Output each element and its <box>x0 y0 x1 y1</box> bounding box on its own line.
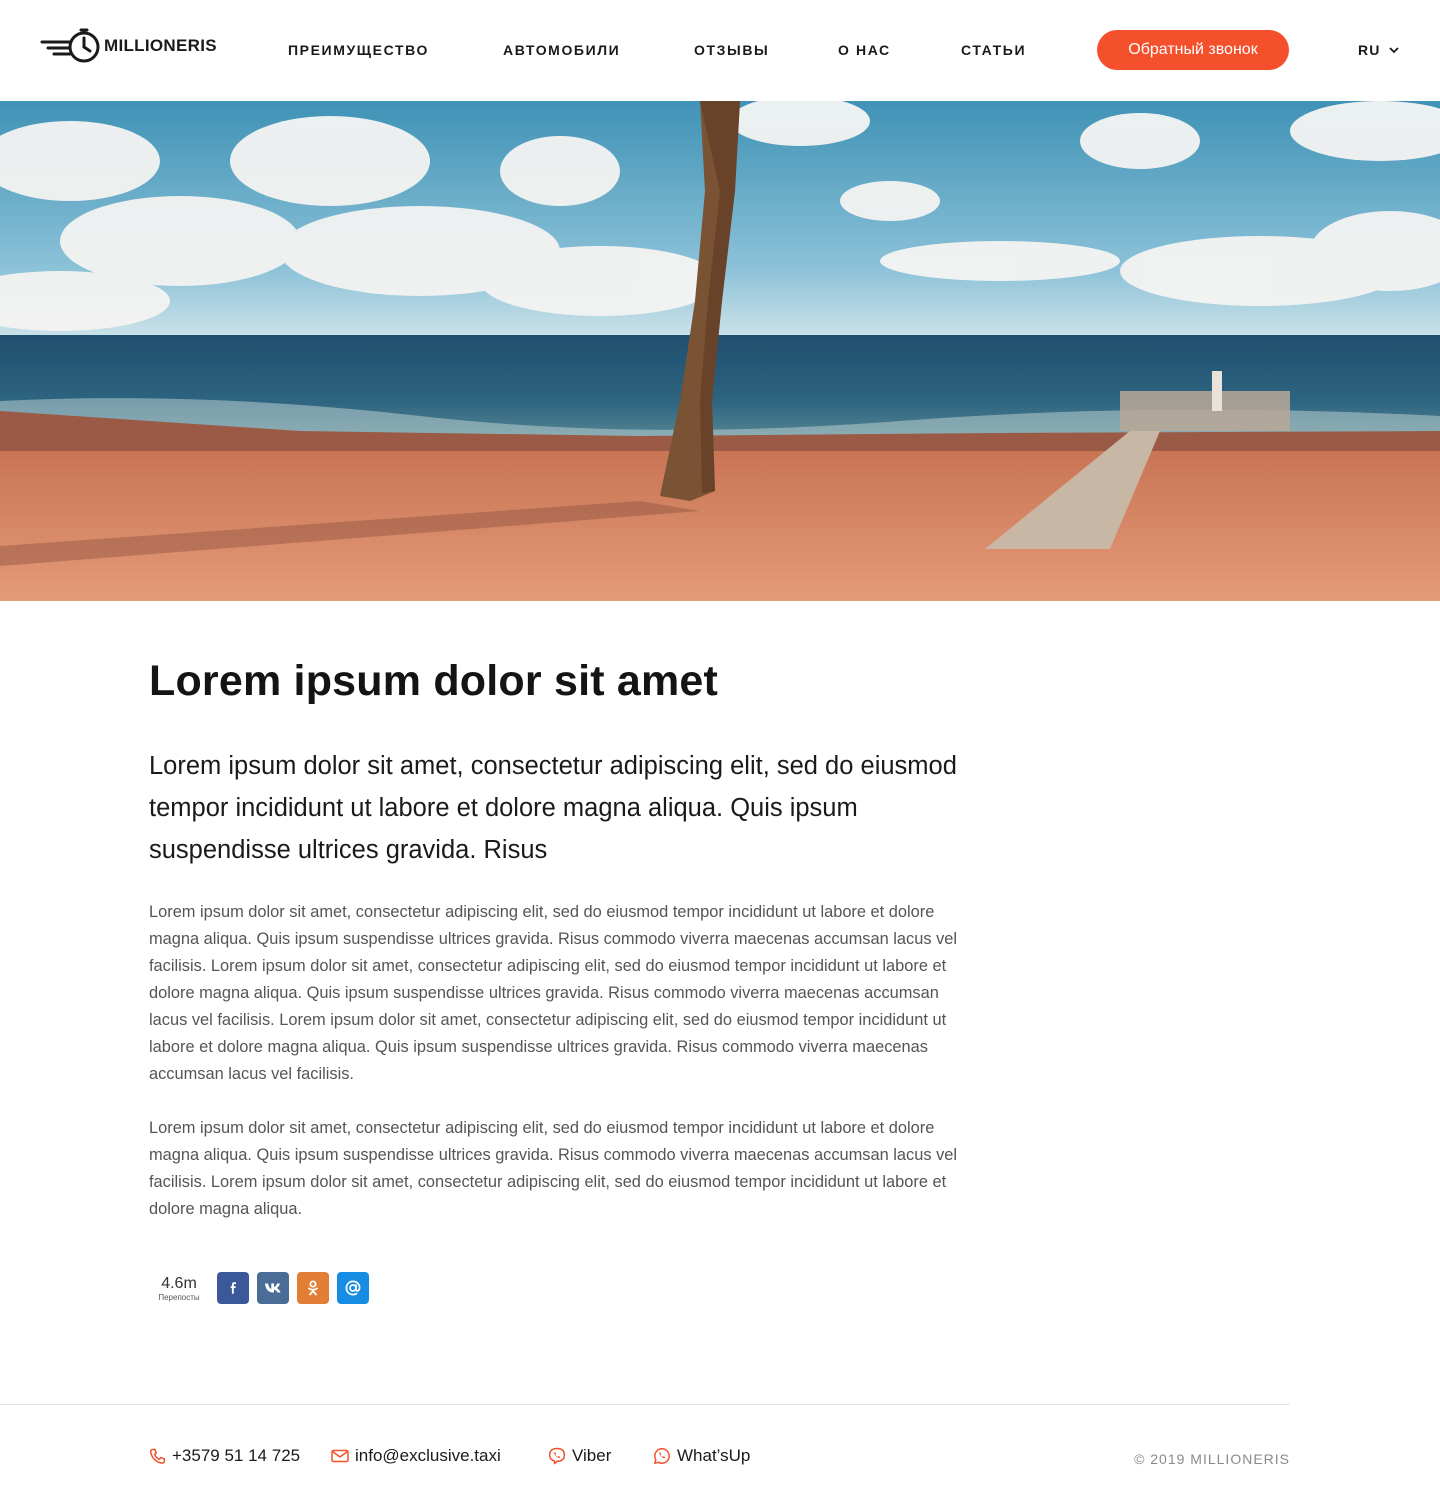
mail-ru-icon <box>345 1280 361 1296</box>
article-title: Lorem ipsum dolor sit amet <box>149 657 719 705</box>
share-facebook-button[interactable] <box>217 1272 249 1304</box>
language-label: RU <box>1358 42 1381 58</box>
copyright: © 2019 MILLIONERIS <box>1134 1451 1290 1467</box>
phone-icon <box>149 1448 166 1464</box>
stopwatch-logo-icon <box>40 28 100 63</box>
share-vk-button[interactable] <box>257 1272 289 1304</box>
brand-logo[interactable]: MILLIONERIS <box>40 27 217 65</box>
share-count-label: Перепосты <box>158 1292 200 1302</box>
whatsapp-icon <box>654 1448 670 1465</box>
footer-phone-link[interactable]: +3579 51 14 725 <box>149 1446 300 1466</box>
footer-phone: +3579 51 14 725 <box>172 1446 301 1465</box>
nav-item-advantages[interactable]: ПРЕИМУЩЕСТВО <box>288 42 429 58</box>
footer-divider <box>0 1404 1290 1405</box>
facebook-icon <box>230 1282 236 1294</box>
viber-icon <box>548 1447 566 1465</box>
odnoklassniki-icon <box>308 1280 318 1296</box>
beach-palm-photo-icon <box>0 101 1440 601</box>
nav-item-reviews[interactable]: ОТЗЫВЫ <box>694 42 769 58</box>
brand-name: MILLIONERIS <box>104 36 217 55</box>
footer-email: info@exclusive.taxi <box>355 1446 501 1465</box>
footer-viber-link[interactable]: Viber <box>548 1446 611 1466</box>
nav-item-articles[interactable]: СТАТЬИ <box>961 42 1026 58</box>
article-paragraph: Lorem ipsum dolor sit amet, consectetur … <box>149 1119 958 1218</box>
footer-email-link[interactable]: info@exclusive.taxi <box>331 1446 501 1466</box>
share-bar: 4.6m Перепосты <box>149 1271 369 1305</box>
site-footer: +3579 51 14 725 info@exclusive.taxi Vibe… <box>149 1446 1290 1472</box>
share-mail-ru-button[interactable] <box>337 1272 369 1304</box>
share-odnoklassniki-button[interactable] <box>297 1272 329 1304</box>
vk-icon <box>265 1283 281 1293</box>
callback-button[interactable]: Обратный звонок <box>1097 30 1289 70</box>
chevron-down-icon <box>1388 46 1399 53</box>
article: Lorem ipsum dolor sit amet Lorem ipsum d… <box>149 655 969 1223</box>
envelope-icon <box>331 1449 349 1463</box>
site-header: MILLIONERIS ПРЕИМУЩЕСТВО АВТОМОБИЛИ ОТЗЫ… <box>0 0 1440 100</box>
share-counter: 4.6m Перепосты <box>149 1275 209 1302</box>
footer-whatsapp-link[interactable]: What’sUp <box>653 1446 750 1466</box>
nav-item-cars[interactable]: АВТОМОБИЛИ <box>503 42 620 58</box>
share-count-value: 4.6m <box>161 1274 197 1292</box>
article-lead: Lorem ipsum dolor sit amet, consectetur … <box>149 752 957 864</box>
nav-item-about[interactable]: О НАС <box>838 42 891 58</box>
footer-viber: Viber <box>572 1446 612 1465</box>
language-selector[interactable]: RU <box>1358 42 1399 58</box>
article-paragraph: Lorem ipsum dolor sit amet, consectetur … <box>149 903 958 1083</box>
footer-whatsapp: What’sUp <box>677 1446 751 1465</box>
hero-image <box>0 101 1440 601</box>
